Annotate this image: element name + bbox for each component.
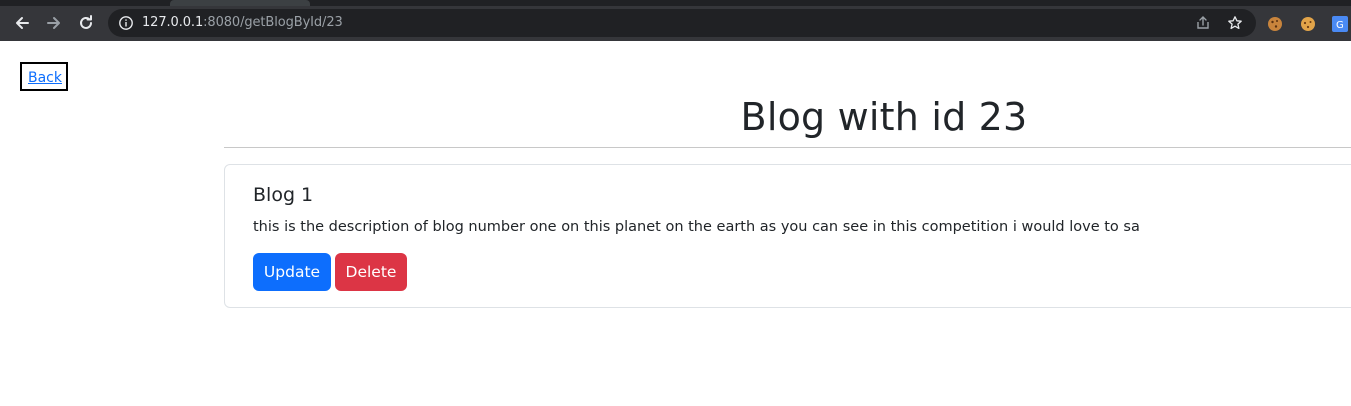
back-link-box: Back [20,62,68,91]
cookie-icon[interactable] [1299,15,1317,33]
update-button[interactable]: Update [253,253,331,291]
browser-toolbar: 127.0.0.1:8080/getBlogById/23 G [0,6,1351,41]
star-icon[interactable] [1227,15,1243,31]
url-text[interactable]: 127.0.0.1:8080/getBlogById/23 [142,15,343,31]
back-nav-button[interactable] [9,10,35,36]
url-host: 127.0.0.1 [142,15,204,30]
address-bar[interactable]: 127.0.0.1:8080/getBlogById/23 [108,9,1256,37]
cookie-icon[interactable] [1266,15,1284,33]
forward-nav-button[interactable] [41,10,67,36]
back-link[interactable]: Back [28,69,62,87]
blog-title: Blog 1 [253,184,314,206]
reload-button[interactable] [73,10,99,36]
blog-card: Blog 1 this is the description of blog n… [224,164,1351,308]
title-divider [224,147,1351,148]
url-path: :8080/getBlogById/23 [203,15,343,30]
svg-text:G: G [1336,20,1344,31]
translate-icon[interactable]: G [1331,15,1349,33]
page-title: Blog with id 23 [740,95,1028,139]
info-icon[interactable] [118,15,134,31]
share-icon[interactable] [1195,15,1211,31]
blog-description: this is the description of blog number o… [253,219,1140,235]
arrow-right-icon [47,17,60,29]
reload-icon [80,15,92,29]
arrow-left-icon [16,17,29,29]
delete-button[interactable]: Delete [335,253,407,291]
